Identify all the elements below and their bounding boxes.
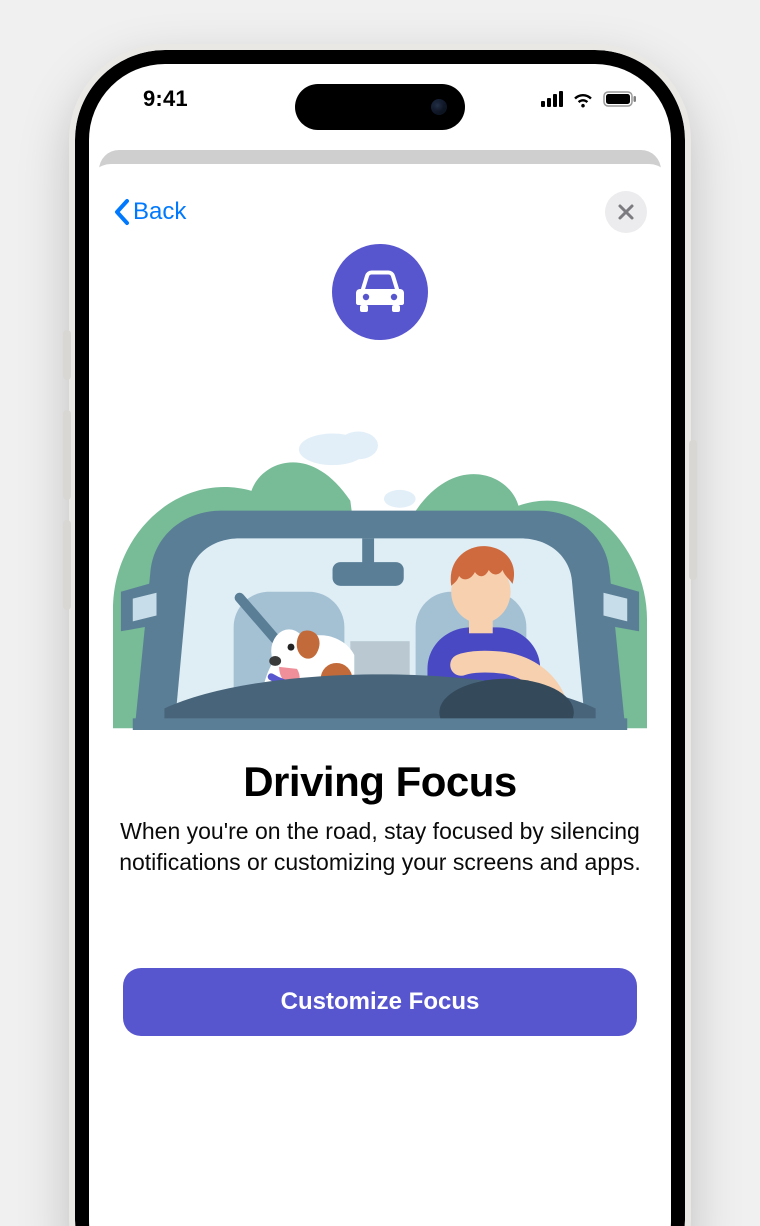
- wifi-icon: [571, 90, 595, 108]
- customize-focus-button[interactable]: Customize Focus: [123, 968, 637, 1036]
- cta-label: Customize Focus: [281, 988, 480, 1016]
- chevron-left-icon: [113, 198, 131, 226]
- text-block: Driving Focus When you're on the road, s…: [113, 758, 647, 878]
- page-description: When you're on the road, stay focused by…: [119, 816, 641, 878]
- sheet-header: Back: [113, 188, 647, 236]
- volume-up-button: [63, 410, 71, 500]
- page-title: Driving Focus: [119, 758, 641, 806]
- power-button: [689, 440, 697, 580]
- battery-icon: [603, 91, 637, 107]
- driving-illustration: [113, 410, 647, 730]
- screen: 9:41: [89, 64, 671, 1226]
- cta-container: Customize Focus: [113, 968, 647, 1036]
- side-button: [63, 330, 71, 380]
- focus-category-icon: [332, 244, 428, 340]
- front-camera: [431, 99, 447, 115]
- status-icons: [541, 90, 637, 108]
- phone-frame: 9:41: [75, 50, 685, 1226]
- close-icon: [617, 203, 635, 221]
- cellular-icon: [541, 91, 563, 107]
- stage: 9:41: [0, 0, 760, 1226]
- dynamic-island: [295, 84, 465, 130]
- car-icon: [352, 268, 408, 316]
- back-label: Back: [133, 198, 186, 226]
- volume-down-button: [63, 520, 71, 610]
- focus-setup-sheet: Back: [89, 164, 671, 1226]
- close-button[interactable]: [605, 191, 647, 233]
- back-button[interactable]: Back: [113, 198, 186, 226]
